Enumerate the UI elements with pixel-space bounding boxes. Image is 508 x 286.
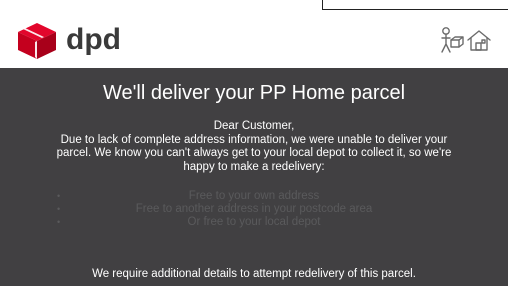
bullet-icon: • — [57, 191, 61, 201]
parcel-doorstep-icon — [441, 27, 491, 53]
email-header: dpd — [0, 10, 508, 68]
redelivery-notice: We require additional details to attempt… — [92, 268, 416, 280]
message-body: Dear Customer, Due to lack of complete a… — [14, 120, 494, 174]
bullet-icon: • — [57, 204, 61, 214]
bullet-icon: • — [57, 217, 61, 227]
option-label: Free to your own address — [188, 190, 320, 202]
body-line: Due to lack of complete address informat… — [60, 133, 448, 146]
dpd-wordmark: dpd — [66, 23, 121, 56]
redelivery-options-list: • Free to your own address • Free to ano… — [0, 190, 508, 229]
option-label: Free to another address in your postcode… — [135, 203, 373, 215]
option-label: Or free to your local depot — [187, 216, 321, 228]
body-line: happy to make a redelivery: — [183, 160, 325, 173]
list-item: • Free to your own address — [0, 190, 508, 203]
dpd-cube-logo-icon — [18, 23, 56, 59]
window-frame-edge — [322, 0, 508, 10]
greeting: Dear Customer, — [213, 120, 295, 132]
list-item: • Or free to your local depot — [0, 216, 508, 229]
list-item: • Free to another address in your postco… — [0, 203, 508, 216]
message-panel: We'll deliver your PP Home parcel Dear C… — [0, 68, 508, 286]
message-title: We'll deliver your PP Home parcel — [102, 82, 406, 104]
body-line: parcel. We know you can't always get to … — [56, 147, 452, 159]
